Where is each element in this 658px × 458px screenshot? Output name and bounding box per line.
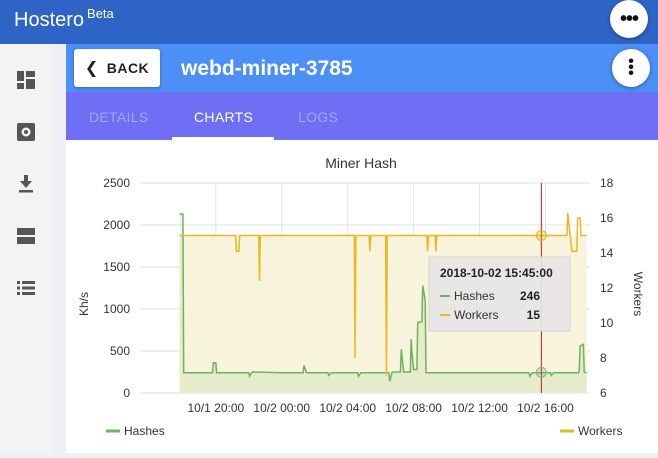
y2-tick-label: 18 bbox=[600, 176, 614, 190]
chart-legend: Hashes Workers bbox=[106, 424, 622, 438]
chart-title: Miner Hash bbox=[325, 155, 397, 171]
tab-charts[interactable]: CHARTS bbox=[194, 109, 253, 125]
more-horizontal-icon: ••• bbox=[619, 8, 639, 30]
legend-hashes-label: Hashes bbox=[124, 424, 165, 438]
x-tick-label: 10/2 16:00 bbox=[517, 401, 574, 415]
y2-tick-label: 16 bbox=[600, 211, 614, 225]
x-tick-label: 10/2 04:00 bbox=[319, 401, 376, 415]
page-menu-button[interactable]: • • • bbox=[612, 49, 650, 87]
download-icon[interactable] bbox=[16, 174, 36, 194]
y-tick-label: 2000 bbox=[103, 218, 130, 232]
y2-tick-label: 8 bbox=[600, 351, 607, 365]
app-bar: Hostero Beta bbox=[0, 0, 658, 44]
storage-icon[interactable] bbox=[16, 226, 36, 246]
tab-logs[interactable]: LOGS bbox=[298, 109, 338, 125]
y-axis-label: Kh/s bbox=[77, 292, 91, 316]
y-tick-label: 1000 bbox=[103, 302, 130, 316]
hashes-hover-marker bbox=[535, 366, 547, 378]
app-menu-button[interactable]: ••• bbox=[610, 0, 648, 38]
tooltip-workers-label: Workers bbox=[454, 308, 498, 322]
tooltip-hashes-value: 246 bbox=[520, 289, 540, 303]
y-tick-label: 1500 bbox=[103, 260, 130, 274]
tab-details[interactable]: DETAILS bbox=[89, 109, 148, 125]
chevron-left-icon: ❮ bbox=[84, 60, 99, 77]
back-button[interactable]: ❮ BACK bbox=[74, 49, 160, 87]
y2-tick-label: 12 bbox=[600, 281, 614, 295]
miner-hash-chart[interactable]: 0 500 1000 1500 2000 2500 6 8 10 12 14 16 18 10/1 20:… bbox=[66, 140, 658, 453]
list-icon[interactable] bbox=[16, 278, 36, 298]
dashboard-icon[interactable] bbox=[16, 70, 36, 90]
y-tick-label: 0 bbox=[123, 386, 130, 400]
app-title: Hostero Beta bbox=[14, 6, 114, 32]
app-name: Hostero bbox=[14, 9, 85, 31]
x-tick-label: 10/2 08:00 bbox=[385, 401, 442, 415]
back-button-label: BACK bbox=[106, 60, 150, 76]
legend-hashes[interactable]: Hashes bbox=[106, 424, 165, 438]
legend-workers[interactable]: Workers bbox=[560, 424, 622, 438]
x-tick-label: 10/2 00:00 bbox=[253, 401, 310, 415]
tooltip-workers-value: 15 bbox=[527, 308, 541, 322]
beta-badge: Beta bbox=[87, 6, 114, 21]
y2-tick-label: 10 bbox=[600, 316, 614, 330]
y2-tick-label: 14 bbox=[600, 246, 614, 260]
y2-axis-label: Workers bbox=[631, 272, 645, 316]
tab-bar: DETAILS CHARTS LOGS bbox=[66, 92, 658, 140]
page-title: webd-miner-3785 bbox=[181, 57, 353, 80]
chart-card: 0 500 1000 1500 2000 2500 6 8 10 12 14 16 18 10/1 20:… bbox=[66, 140, 658, 453]
chart-tooltip: 2018-10-02 15:45:00 Hashes 246 Workers 1… bbox=[428, 256, 571, 332]
x-tick-label: 10/2 12:00 bbox=[451, 401, 508, 415]
y-tick-label: 2500 bbox=[103, 176, 130, 190]
more-vertical-icon: • • • bbox=[628, 53, 634, 82]
settings-icon[interactable] bbox=[16, 122, 36, 142]
workers-hover-marker bbox=[535, 230, 547, 241]
y-tick-label: 500 bbox=[110, 344, 130, 358]
tooltip-time: 2018-10-02 15:45:00 bbox=[440, 266, 553, 280]
legend-workers-label: Workers bbox=[578, 424, 622, 438]
tooltip-hashes-label: Hashes bbox=[454, 289, 495, 303]
y2-tick-label: 6 bbox=[600, 386, 607, 400]
x-tick-label: 10/1 20:00 bbox=[187, 401, 244, 415]
sidebar bbox=[0, 44, 52, 453]
